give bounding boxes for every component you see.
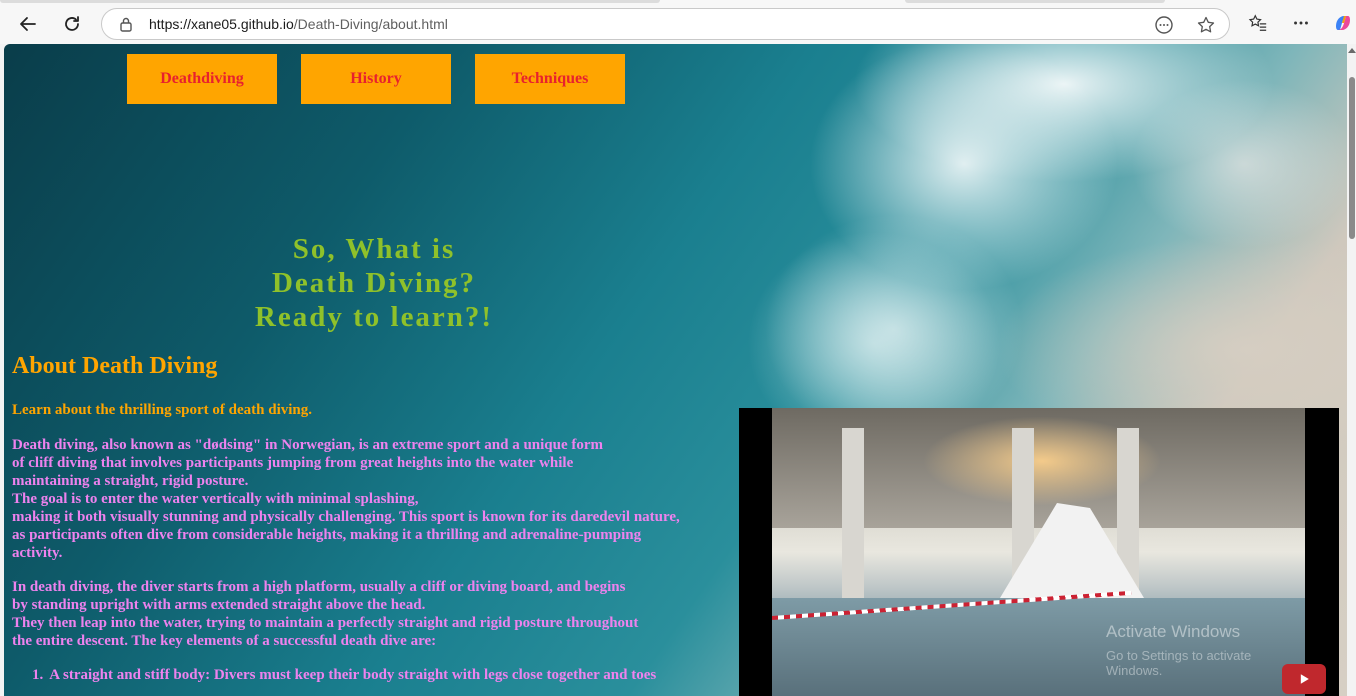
- nav-techniques-button[interactable]: Techniques: [475, 54, 625, 104]
- about-paragraph-2: In death diving, the diver starts from a…: [12, 578, 638, 650]
- nav-deathdiving-button[interactable]: Deathdiving: [127, 54, 277, 104]
- address-bar[interactable]: https://xane05.github.io/Death-Diving/ab…: [101, 8, 1230, 40]
- tab-strip: [0, 0, 1356, 4]
- activation-watermark-title: Activate Windows: [1106, 622, 1241, 641]
- url-path: /Death-Diving/about.html: [293, 16, 448, 32]
- tab-strip-edge: [905, 0, 1165, 3]
- video-frame[interactable]: Activate Windows Go to Settings to activ…: [772, 408, 1305, 696]
- embedded-video-player[interactable]: Activate Windows Go to Settings to activ…: [739, 408, 1339, 696]
- scroll-up-arrow-icon[interactable]: [1348, 48, 1356, 53]
- nav-history-button[interactable]: History: [301, 54, 451, 104]
- list-text: A straight and stiff body: Divers must k…: [49, 667, 657, 683]
- paragraph-line: the entire descent. The key elements of …: [12, 633, 437, 649]
- video-scene-pillar: [842, 428, 864, 618]
- activation-watermark-subtitle: Go to Settings to activate Windows.: [1106, 648, 1252, 678]
- tab-strip-edge: [0, 0, 660, 3]
- hero-line-2: Death Diving?: [271, 267, 477, 299]
- favorites-list-icon: [1248, 14, 1267, 31]
- back-button[interactable]: [15, 11, 41, 37]
- lock-icon[interactable]: [118, 16, 134, 32]
- favorites-button[interactable]: [1247, 12, 1269, 34]
- paragraph-line: They then leap into the water, trying to…: [12, 615, 639, 631]
- ellipsis-icon: [1294, 21, 1308, 25]
- paragraph-line: of cliff diving that involves participan…: [12, 455, 574, 471]
- paragraph-line: Death diving, also known as "dødsing" in…: [12, 437, 604, 453]
- back-arrow-icon: [20, 17, 36, 31]
- play-icon: [1300, 674, 1309, 684]
- paragraph-line: The goal is to enter the water verticall…: [12, 491, 419, 507]
- paragraph-line: by standing upright with arms extended s…: [12, 597, 426, 613]
- settings-more-button[interactable]: [1290, 12, 1312, 34]
- copilot-button[interactable]: [1332, 12, 1354, 34]
- youtube-play-button[interactable]: [1282, 664, 1326, 694]
- hero-line-3: Ready to learn?!: [254, 301, 494, 333]
- paragraph-line: making it both visually stunning and phy…: [12, 509, 680, 525]
- scrollbar-thumb[interactable]: [1349, 77, 1355, 239]
- copilot-icon: [1336, 16, 1350, 30]
- favorite-star-icon[interactable]: [1196, 15, 1216, 35]
- page-viewport: Deathdiving History Techniques So, What …: [4, 44, 1347, 696]
- paragraph-line: as participants often dive from consider…: [12, 527, 642, 543]
- more-options-circle-icon[interactable]: [1154, 15, 1174, 35]
- url-text[interactable]: https://xane05.github.io/Death-Diving/ab…: [149, 16, 448, 32]
- key-elements-list: 1. A straight and stiff body: Divers mus…: [32, 666, 656, 684]
- page-scrollbar[interactable]: [1347, 44, 1356, 696]
- list-number: 1.: [32, 667, 44, 683]
- about-heading: About Death Diving: [12, 353, 218, 379]
- list-item: 1. A straight and stiff body: Divers mus…: [32, 666, 656, 684]
- hero-line-1: So, What is: [292, 233, 456, 265]
- url-host: https://xane05.github.io: [149, 16, 294, 32]
- refresh-icon: [65, 16, 79, 31]
- paragraph-line: activity.: [12, 545, 63, 561]
- browser-toolbar: https://xane05.github.io/Death-Diving/ab…: [0, 0, 1356, 44]
- paragraph-line: In death diving, the diver starts from a…: [12, 579, 626, 595]
- paragraph-line: maintaining a straight, rigid posture.: [12, 473, 249, 489]
- site-nav: Deathdiving History Techniques: [127, 54, 625, 104]
- refresh-button[interactable]: [59, 11, 85, 37]
- hero-heading: So, What is Death Diving? Ready to learn…: [204, 232, 544, 334]
- about-intro: Learn about the thrilling sport of death…: [12, 402, 313, 418]
- about-paragraph-1: Death diving, also known as "dødsing" in…: [12, 436, 680, 562]
